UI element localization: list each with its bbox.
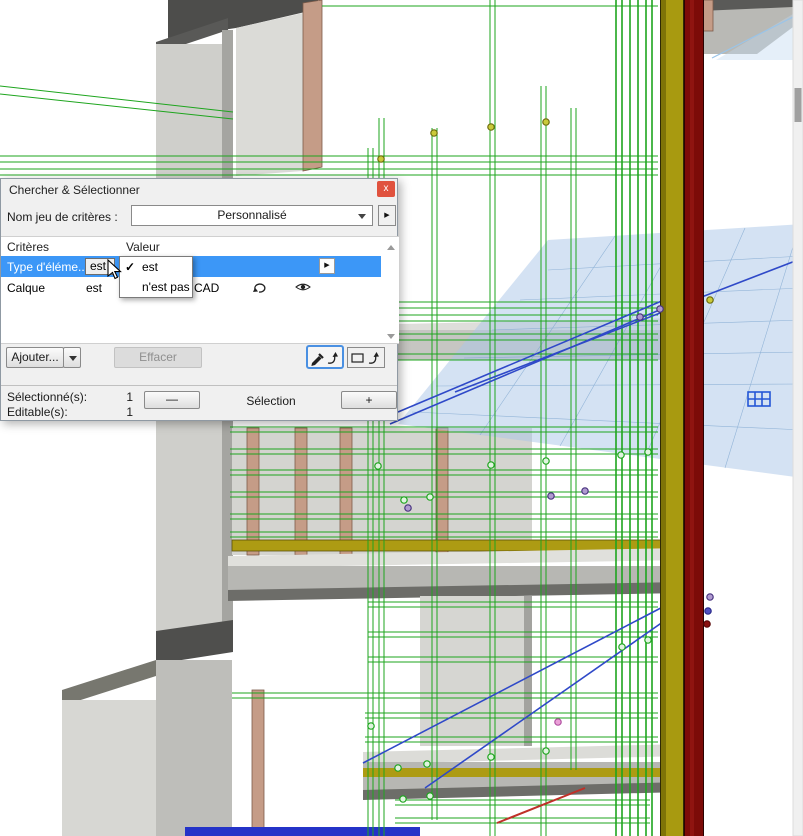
chevron-down-icon [69,356,77,361]
menu-item-nest-pas[interactable]: n'est pas [120,277,192,297]
list-scrollbar[interactable] [384,245,397,339]
scroll-down-icon[interactable] [387,334,395,339]
clear-button[interactable]: Effacer [114,347,202,368]
dialog-titlebar[interactable]: Chercher & Sélectionner x [1,179,397,201]
selected-count-label: Sélectionné(s): [7,390,87,404]
mouse-cursor [107,259,125,281]
selection-label: Sélection [231,394,311,408]
vertical-bands [660,0,704,836]
criteria-set-flyout-button[interactable]: ▶ [378,205,396,226]
criteria-list: Critères Valeur Type d'éléme... est ▸ ▶ … [1,236,399,344]
criteria-set-combobox[interactable]: Personnalisé [131,205,373,226]
criteria-set-value: Personnalisé [217,208,286,222]
operator-label: est [90,259,106,273]
application-window: Chercher & Sélectionner x Nom jeu de cri… [0,0,803,836]
remove-selection-button[interactable]: — [144,391,200,409]
check-icon: ✓ [125,257,135,277]
footer-separator [1,385,397,386]
criterion-name: Type d'éléme... [7,260,88,274]
criterion-name: Calque [7,281,45,295]
eyedropper-pick-button[interactable] [306,345,344,369]
column-header-valeur: Valeur [126,240,160,254]
marquee-pick-button[interactable] [347,347,385,368]
add-button[interactable]: Ajouter... [6,347,64,368]
add-dropdown-button[interactable] [63,347,81,368]
operator-text: est [86,281,102,295]
operator-dropdown-menu: ✓ est n'est pas [119,256,193,298]
criteria-set-label: Nom jeu de critères : [7,210,118,224]
row-flyout-button[interactable]: ▶ [319,258,335,274]
scroll-up-icon[interactable] [387,245,395,250]
menu-item-label: n'est pas [142,280,190,294]
value-text: CAD [194,281,219,295]
dialog-title: Chercher & Sélectionner [9,183,140,197]
editable-count-value: 1 [111,405,133,419]
editable-count-label: Editable(s): [7,405,68,419]
find-select-dialog: Chercher & Sélectionner x Nom jeu de cri… [0,178,398,421]
menu-item-label: est [142,260,158,274]
scrollbar-thumb [795,88,802,122]
menu-item-est[interactable]: ✓ est [120,257,192,277]
chevron-down-icon [358,214,366,219]
column-header-criteres: Critères [7,240,49,254]
marquee-icon [350,350,382,366]
eye-icon[interactable] [295,281,311,296]
viewport-scrollbar[interactable] [793,0,803,836]
curved-arrow-icon[interactable] [251,280,267,297]
close-button[interactable]: x [377,181,395,197]
eyedropper-icon [309,349,341,366]
selected-count-value: 1 [111,390,133,404]
add-selection-button[interactable]: + [341,391,397,409]
